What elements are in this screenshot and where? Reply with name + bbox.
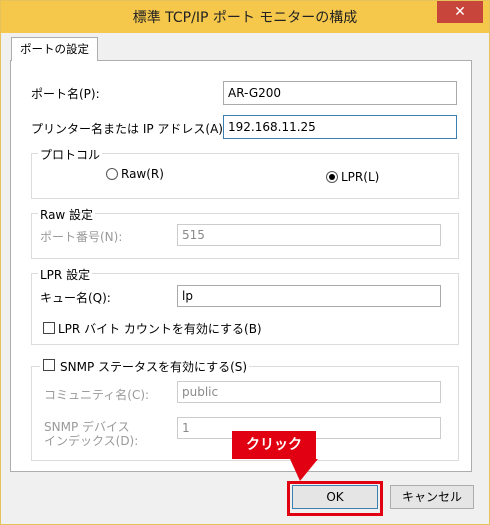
lpr-settings-label: LPR 設定 [38,266,93,283]
port-name-label: ポート名(P): [31,87,100,101]
close-icon[interactable]: ✕ [437,1,483,23]
protocol-group-label: プロトコル [38,146,103,163]
community-name-input[interactable]: public [177,381,441,403]
callout-arrow-icon [290,459,318,481]
port-number-input[interactable]: 515 [177,224,441,246]
title-bar[interactable]: 標準 TCP/IP ポート モニターの構成 ✕ [1,1,489,33]
raw-radio[interactable] [106,168,118,180]
community-name-label: コミュニティ名(C): [44,388,150,402]
raw-radio-label[interactable]: Raw(R) [121,167,164,181]
device-index-label-line2: インデックス(D): [44,434,139,448]
lpr-radio[interactable] [326,171,338,183]
port-name-input[interactable]: AR-G200 [223,81,457,105]
cancel-button[interactable]: キャンセル [390,485,474,509]
raw-settings-label: Raw 設定 [38,206,96,223]
lpr-byte-count-checkbox[interactable] [43,322,55,334]
snmp-enable-label[interactable]: SNMP ステータスを有効にする(S) [40,358,250,375]
tab-port-settings[interactable]: ポートの設定 [11,37,98,61]
lpr-byte-count-label[interactable]: LPR バイト カウントを有効にする(B) [58,320,262,337]
queue-name-input[interactable]: lp [177,285,441,307]
queue-name-label: キュー名(Q): [40,291,111,305]
window-title: 標準 TCP/IP ポート モニターの構成 [132,10,358,26]
ok-highlight-box [287,481,383,516]
port-number-label: ポート番号(N): [40,230,123,244]
lpr-radio-label[interactable]: LPR(L) [341,170,379,184]
printer-address-label: プリンター名または IP アドレス(A): [31,122,228,136]
printer-address-input[interactable]: 192.168.11.25 [223,115,457,139]
snmp-enable-checkbox[interactable] [43,359,55,371]
click-callout: クリック [232,431,316,459]
